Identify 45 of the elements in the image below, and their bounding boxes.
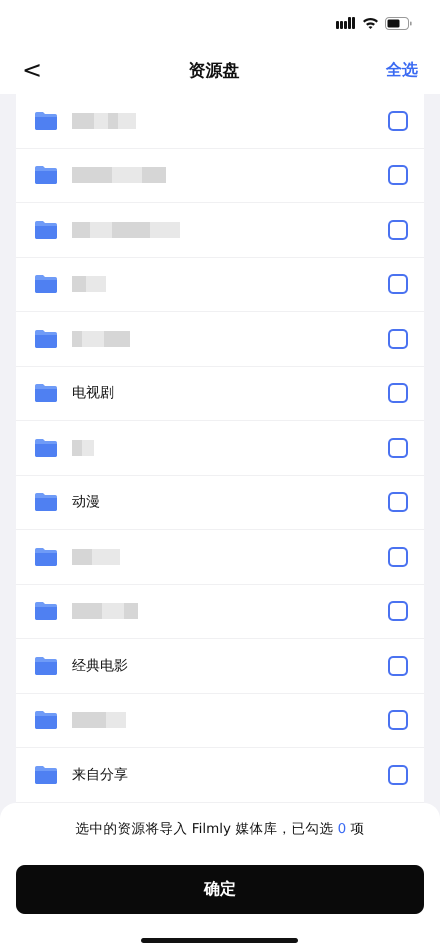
confirm-button[interactable]: 确定 [16, 864, 424, 914]
blurred-name [72, 440, 94, 456]
checkbox[interactable] [388, 546, 408, 567]
checkbox[interactable] [388, 274, 408, 294]
folder-icon [34, 110, 58, 131]
checkbox[interactable] [388, 438, 408, 458]
blurred-name [72, 548, 120, 565]
wifi-icon [362, 17, 379, 29]
signal-icon [336, 17, 356, 29]
checkbox[interactable] [388, 764, 408, 785]
folder-icon [34, 438, 58, 458]
folder-icon [34, 601, 58, 622]
battery-icon [385, 16, 412, 30]
blurred-name [72, 330, 130, 347]
select-all-button[interactable]: 全选 [380, 58, 424, 82]
folder-icon [34, 710, 58, 730]
checkbox[interactable] [388, 492, 408, 512]
blurred-name [72, 112, 136, 129]
folder-icon [34, 383, 58, 404]
folder-name: 动漫 [72, 493, 101, 512]
folder-icon [34, 328, 58, 349]
checkbox[interactable] [388, 165, 408, 186]
checkbox[interactable] [388, 110, 408, 131]
folder-name: 经典电影 [72, 656, 129, 675]
page-title: 资源盘 [188, 60, 240, 82]
blurred-name [72, 603, 138, 620]
folder-icon [34, 764, 58, 785]
folder-icon [34, 274, 58, 294]
summary-text: 选中的资源将导入 Filmly 媒体库，已勾选 0 项 [76, 820, 364, 838]
folder-name: 电视剧 [72, 384, 115, 402]
folder-icon [34, 165, 58, 186]
folder-name: 来自分享 [72, 766, 129, 784]
checkbox[interactable] [388, 710, 408, 730]
checkbox[interactable] [388, 601, 408, 622]
folder-icon [34, 492, 58, 512]
folder-icon [34, 220, 58, 240]
checkbox[interactable] [388, 328, 408, 349]
checkbox[interactable] [388, 220, 408, 240]
checkbox[interactable] [388, 656, 408, 676]
folder-icon [34, 546, 58, 567]
folder-icon [34, 656, 58, 676]
blurred-name [72, 276, 106, 292]
checkbox[interactable] [388, 383, 408, 404]
blurred-name [72, 712, 126, 728]
back-button[interactable]: < [16, 56, 48, 84]
